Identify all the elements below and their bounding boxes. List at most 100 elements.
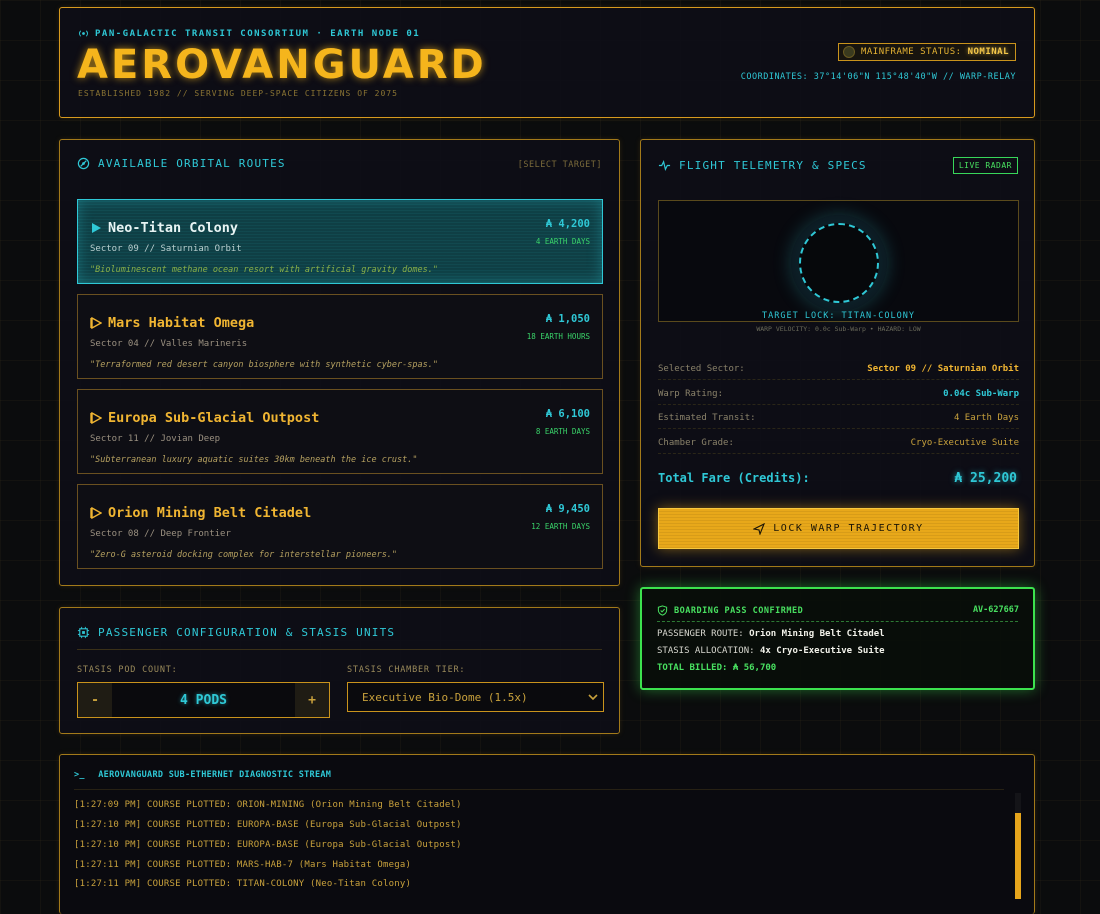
telemetry-title-text: FLIGHT TELEMETRY & SPECS [679,159,867,172]
route-duration: 18 EARTH HOURS [526,332,590,341]
divider [74,786,1004,790]
radar-meta: WARP VELOCITY: 0.0c Sub-Warp • HAZARD: L… [756,325,921,333]
boarding-title: BOARDING PASS CONFIRMED [657,605,803,616]
route-sector: Sector 11 // Jovian Deep [90,434,221,444]
terminal-prompt-icon: >_ [74,770,85,780]
send-icon [753,522,766,535]
route-sector: Sector 04 // Valles Marineris [90,339,248,349]
route-name-text: Neo-Titan Colony [108,220,239,236]
chip-icon [77,626,90,639]
shield-check-icon [657,605,668,616]
route-name: Orion Mining Belt Citadel [90,505,311,521]
config-title-text: PASSENGER CONFIGURATION & STASIS UNITS [98,626,396,639]
scrollbar-thumb[interactable] [1015,813,1021,899]
boarding-pass-panel: BOARDING PASS CONFIRMED AV-627667 PASSEN… [640,587,1035,690]
route-duration: 8 EARTH DAYS [535,427,590,436]
route-price: ₳ 4,200 [545,218,590,230]
route-duration: 4 EARTH DAYS [535,237,590,246]
boarding-route-value: Orion Mining Belt Citadel [749,629,885,639]
radar-ring [791,215,887,311]
status-label: MAINFRAME STATUS: [860,47,962,57]
routes-title: AVAILABLE ORBITAL ROUTES [77,157,286,170]
route-price: ₳ 6,100 [545,408,590,420]
target-lock: TARGET LOCK: TITAN-COLONY [762,311,915,321]
header-kicker-text: PAN-GALACTIC TRANSIT CONSORTIUM · EARTH … [95,28,421,39]
spec-label: Selected Sector: [658,364,745,374]
play-triangle-icon [90,317,102,329]
route-price: ₳ 1,050 [545,313,590,325]
terminal-scrollbar[interactable] [1015,793,1021,899]
chamber-tier-label: STASIS CHAMBER TIER: [347,665,466,675]
boarding-stasis: STASIS ALLOCATION: 4x Cryo-Executive Sui… [657,646,885,656]
spec-row-chamber: Chamber Grade: Cryo-Executive Suite [658,438,1019,454]
route-name: Europa Sub-Glacial Outpost [90,410,319,426]
boarding-pass-id: AV-627667 [972,605,1019,615]
route-description: "Bioluminescent methane ocean resort wit… [90,265,438,275]
route-sector: Sector 08 // Deep Frontier [90,529,231,539]
spec-value: Sector 09 // Saturnian Orbit [867,364,1019,374]
chamber-tier-value: Executive Bio-Dome (1.5x) [362,690,528,704]
orbit-icon [77,157,90,170]
telemetry-panel: FLIGHT TELEMETRY & SPECS LIVE RADAR TARG… [640,139,1035,567]
routes-panel: AVAILABLE ORBITAL ROUTES [SELECT TARGET]… [59,139,620,586]
play-triangle-icon [92,223,101,233]
route-name-text: Mars Habitat Omega [108,315,255,331]
route-name: Mars Habitat Omega [90,315,254,331]
spec-row-transit: Estimated Transit: 4 Earth Days [658,413,1019,429]
radar-scope [799,223,879,303]
divider [77,649,602,650]
spec-label: Chamber Grade: [658,438,734,448]
increment-button[interactable]: + [295,683,329,717]
live-radar-badge: LIVE RADAR [952,157,1018,174]
pod-count-stepper: - 4 PODS + [77,682,330,718]
decrement-button[interactable]: - [78,683,112,717]
spec-row-warp: Warp Rating: 0.04c Sub-Warp [658,389,1019,405]
lock-warp-trajectory-button[interactable]: LOCK WARP TRAJECTORY [658,508,1019,549]
spec-value: 4 Earth Days [953,413,1019,423]
spec-label: Estimated Transit: [658,413,756,423]
log-line: [1:27:10 PM] COURSE PLOTTED: EUROPA-BASE… [74,840,462,850]
route-description: "Terraformed red desert canyon biosphere… [90,360,438,370]
spec-value: 0.04c Sub-Warp [943,389,1019,399]
spec-label: Warp Rating: [658,389,724,399]
route-duration: 12 EARTH DAYS [531,522,590,531]
divider [657,621,1018,622]
boarding-title-text: BOARDING PASS CONFIRMED [674,605,804,616]
boarding-route-label: PASSENGER ROUTE: [657,629,744,639]
chamber-tier-select[interactable]: Executive Bio-Dome (1.5x) [347,682,604,712]
radar-display: TARGET LOCK: TITAN-COLONY WARP VELOCITY:… [658,200,1019,333]
route-sector: Sector 09 // Saturnian Orbit [90,244,242,254]
routes-title-text: AVAILABLE ORBITAL ROUTES [98,157,286,170]
pulse-icon [658,160,671,171]
boarding-total-billed: TOTAL BILLED: ₳ 56,700 [657,663,777,673]
coordinates-readout: COORDINATES: 37°14'06"N 115°48'40"W // W… [740,72,1016,82]
chevron-down-icon [588,694,598,701]
route-description: "Zero-G asteroid docking complex for int… [90,550,398,560]
terminal-title: >_ AEROVANGUARD SUB-ETHERNET DIAGNOSTIC … [74,770,331,780]
log-line: [1:27:11 PM] COURSE PLOTTED: TITAN-COLON… [74,879,412,889]
lock-button-label: LOCK WARP TRAJECTORY [773,523,924,534]
log-line: [1:27:10 PM] COURSE PLOTTED: EUROPA-BASE… [74,820,462,830]
log-line: [1:27:09 PM] COURSE PLOTTED: ORION-MININ… [74,800,462,810]
boarding-stasis-label: STASIS ALLOCATION: [657,646,755,656]
config-title: PASSENGER CONFIGURATION & STASIS UNITS [77,626,395,639]
diagnostic-terminal: >_ AEROVANGUARD SUB-ETHERNET DIAGNOSTIC … [59,754,1035,914]
boarding-route: PASSENGER ROUTE: Orion Mining Belt Citad… [657,629,885,639]
app-subtitle: ESTABLISHED 1982 // SERVING DEEP-SPACE C… [78,89,398,98]
status-value: NOMINAL [967,47,1009,57]
status-indicator-icon [842,46,855,58]
telemetry-title: FLIGHT TELEMETRY & SPECS [658,159,867,172]
broadcast-icon [79,30,88,37]
app-title: AEROVANGUARD [77,42,487,88]
route-card-neo-titan[interactable]: Neo-Titan Colony Sector 09 // Saturnian … [77,199,603,284]
route-card-mars-habitat[interactable]: Mars Habitat Omega Sector 04 // Valles M… [77,294,603,379]
route-description: "Subterranean luxury aquatic suites 30km… [90,455,418,465]
play-triangle-icon [90,507,102,519]
total-fare-label: Total Fare (Credits): [658,471,810,485]
route-name: Neo-Titan Colony [90,220,238,236]
route-card-europa-outpost[interactable]: Europa Sub-Glacial Outpost Sector 11 // … [77,389,603,474]
pod-count-value: 4 PODS [180,692,227,708]
header-kicker: PAN-GALACTIC TRANSIT CONSORTIUM · EARTH … [78,28,420,39]
spec-value: Cryo-Executive Suite [910,438,1019,448]
route-card-orion-citadel[interactable]: Orion Mining Belt Citadel Sector 08 // D… [77,484,603,569]
